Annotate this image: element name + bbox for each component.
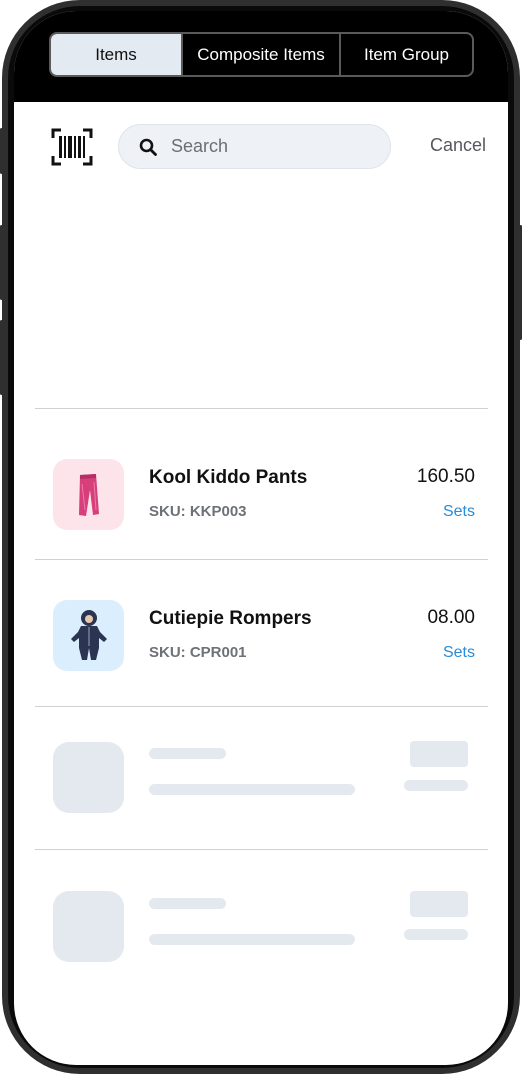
skeleton-line: [149, 784, 355, 795]
divider: [35, 849, 488, 850]
barcode-scan-icon[interactable]: [51, 128, 93, 166]
item-thumbnail: [53, 600, 124, 671]
item-unit: Sets: [442, 644, 475, 661]
item-price: 08.00: [427, 607, 475, 628]
pink-pants-icon: [78, 473, 99, 516]
skeleton-line: [149, 898, 226, 909]
list-item[interactable]: Cutiepie Rompers SKU: CPR001 08.00 Sets: [35, 559, 488, 699]
skeleton-thumbnail: [53, 742, 124, 813]
tab-item-group[interactable]: Item Group: [341, 34, 472, 75]
skeleton-thumbnail: [53, 891, 124, 962]
item-name: Kool Kiddo Pants: [149, 467, 308, 488]
navy-romper-icon: [70, 609, 107, 660]
list-item[interactable]: Kool Kiddo Pants SKU: KKP003 160.50 Sets: [35, 418, 488, 558]
search-row: Cancel: [14, 123, 508, 169]
skeleton-line: [149, 934, 355, 945]
side-button-left-top: [0, 128, 3, 174]
skeleton-block: [410, 741, 468, 767]
skeleton-line: [149, 748, 226, 759]
item-name: Cutiepie Rompers: [149, 608, 312, 629]
skeleton-line: [404, 780, 468, 791]
divider: [35, 408, 488, 409]
tab-items[interactable]: Items: [51, 34, 183, 75]
top-bar: Items Composite Items Item Group: [14, 11, 508, 102]
side-button-left-mid: [0, 225, 3, 300]
item-sku: SKU: CPR001: [149, 644, 247, 661]
tab-composite-items[interactable]: Composite Items: [183, 34, 341, 75]
item-thumbnail: [53, 459, 124, 530]
item-type-tabs: Items Composite Items Item Group: [49, 32, 474, 77]
item-price: 160.50: [416, 466, 475, 487]
item-unit: Sets: [442, 503, 475, 520]
search-field[interactable]: [118, 124, 391, 169]
skeleton-line: [404, 929, 468, 940]
app-screen: Items Composite Items Item Group Search …: [14, 11, 508, 1065]
side-button-left-bottom: [0, 320, 3, 395]
skeleton-block: [410, 891, 468, 917]
divider: [35, 706, 488, 707]
item-sku: SKU: KKP003: [149, 503, 247, 520]
search-icon: [138, 137, 158, 157]
search-input[interactable]: [169, 135, 369, 158]
cancel-button[interactable]: Cancel: [406, 135, 486, 156]
